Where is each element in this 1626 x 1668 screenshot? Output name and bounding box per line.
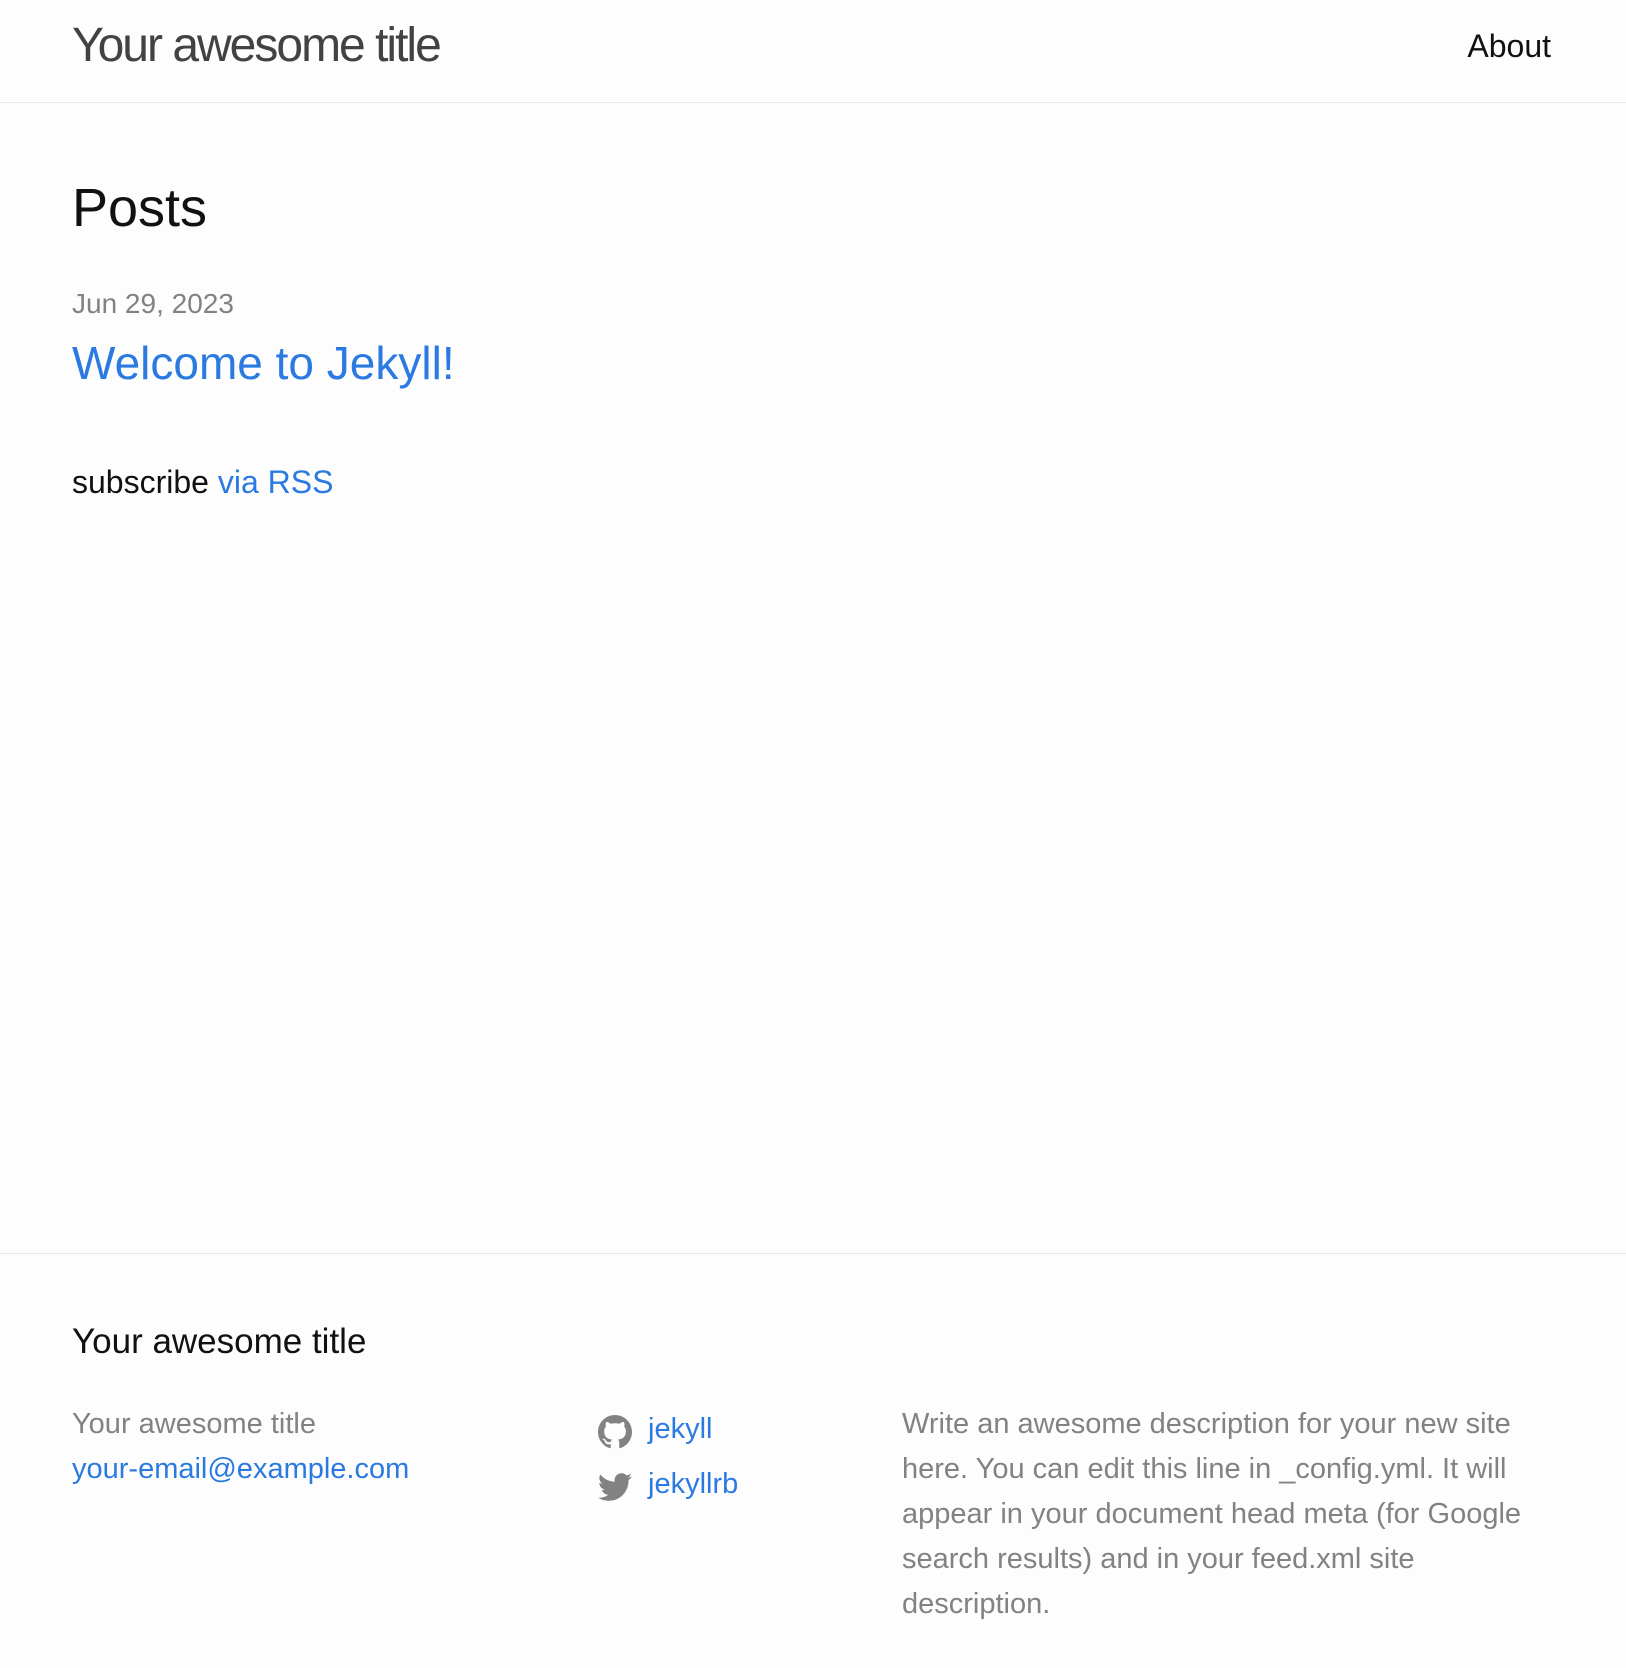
footer-site-name: Your awesome title [72,1408,316,1440]
footer-social: jekyll jekyllrb [598,1402,738,1512]
github-link[interactable]: jekyll [648,1402,712,1457]
nav-about-link[interactable]: About [1467,26,1551,66]
rss-link[interactable]: via RSS [218,464,334,500]
footer-heading: Your awesome title [72,1322,367,1361]
site-header: Your awesome title About [0,0,1626,103]
rss-subscribe: subscribe via RSS [72,462,333,502]
footer-email-link[interactable]: your-email@example.com [72,1447,409,1492]
post-title-link[interactable]: Welcome to Jekyll! [72,334,455,392]
rss-prefix: subscribe [72,464,209,500]
social-github: jekyll [598,1402,738,1457]
github-icon [598,1413,632,1448]
social-twitter: jekyllrb [598,1457,738,1512]
site-title-link[interactable]: Your awesome title [72,16,442,76]
post-date: Jun 29, 2023 [72,288,234,319]
page-heading: Posts [72,178,208,238]
twitter-icon [598,1468,632,1502]
twitter-link[interactable]: jekyllrb [648,1457,738,1512]
footer-contact: Your awesome title your-email@example.co… [72,1402,409,1492]
site-footer: Your awesome title Your awesome title yo… [0,1253,1626,1668]
footer-description: Write an awesome description for your ne… [902,1408,1522,1620]
